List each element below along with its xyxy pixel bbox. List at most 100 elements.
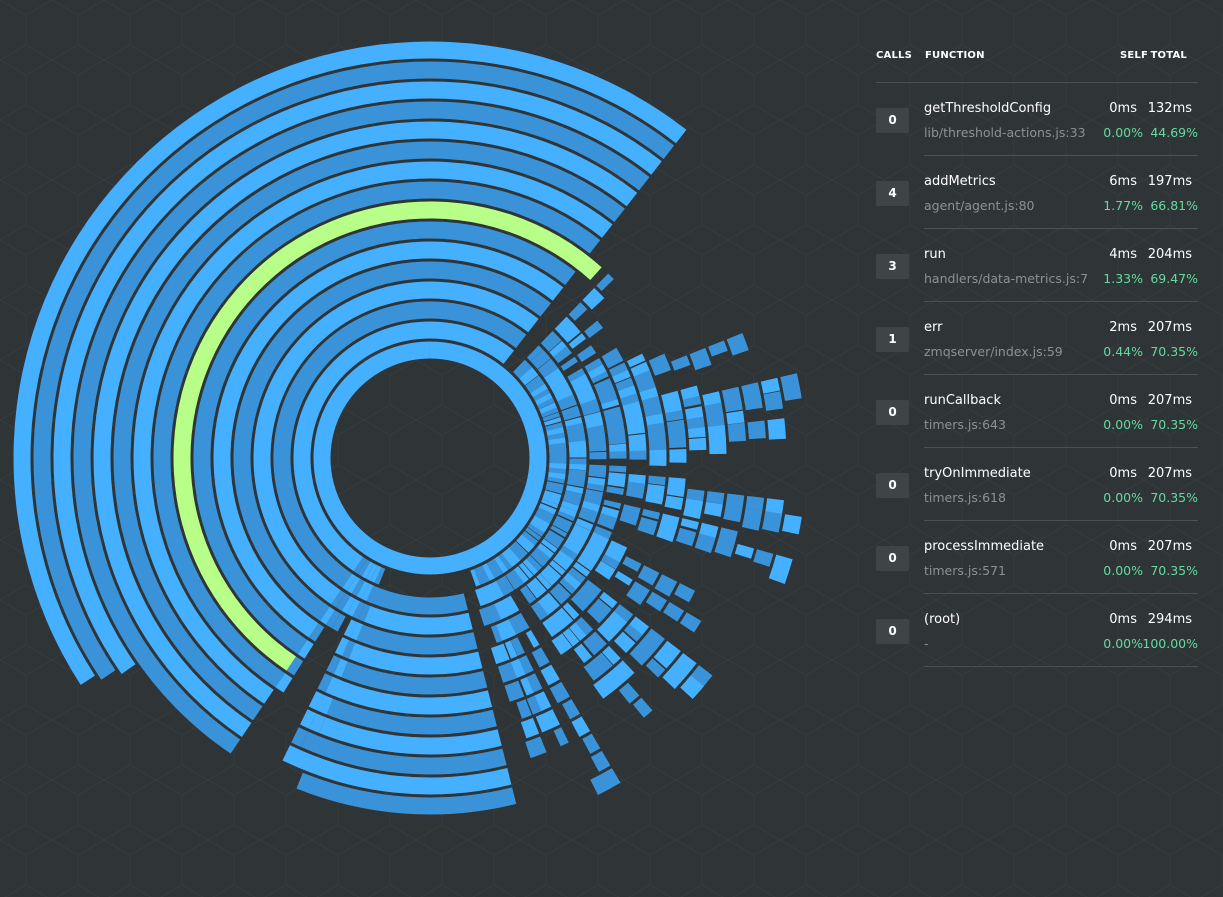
- stack-row[interactable]: 1 err zmqserver/index.js:59 2ms 207ms 0.…: [876, 302, 1198, 375]
- sunburst-segment[interactable]: [525, 736, 547, 759]
- sunburst-segment[interactable]: [768, 554, 793, 584]
- sunburst-segment[interactable]: [569, 452, 587, 458]
- sunburst-segment[interactable]: [637, 565, 660, 586]
- sunburst-segment[interactable]: [577, 345, 597, 363]
- function-name: tryOnImmediate: [924, 466, 1031, 481]
- sunburst-segment[interactable]: [679, 612, 702, 633]
- sunburst-segment[interactable]: [609, 465, 627, 473]
- sunburst-segment[interactable]: [596, 273, 614, 291]
- sunburst-segment[interactable]: [670, 355, 691, 371]
- sunburst-segment[interactable]: [645, 591, 668, 612]
- sunburst-segment[interactable]: [582, 733, 601, 754]
- sunburst-segment[interactable]: [723, 504, 743, 523]
- sunburst-segment[interactable]: [727, 422, 747, 442]
- sunburst-segment[interactable]: [708, 340, 728, 357]
- sunburst-segment[interactable]: [641, 508, 661, 520]
- sunburst-segment[interactable]: [535, 709, 560, 733]
- function-location: handlers/data-metrics.js:7: [924, 271, 1089, 286]
- sunburst-segment[interactable]: [654, 574, 678, 597]
- sunburst-segment[interactable]: [609, 451, 627, 459]
- sunburst-segment[interactable]: [614, 571, 633, 586]
- sunburst-segment[interactable]: [703, 501, 723, 517]
- table-header: CALLS FUNCTION SELF TOTAL: [876, 40, 1198, 83]
- stack-row[interactable]: 3 run handlers/data-metrics.js:7 4ms 204…: [876, 229, 1198, 302]
- sunburst-segment[interactable]: [741, 507, 763, 531]
- sunburst-segment[interactable]: [568, 302, 588, 321]
- sunburst-segment[interactable]: [782, 514, 802, 535]
- call-stack-panel: CALLS FUNCTION SELF TOTAL 0 getThreshold…: [876, 40, 1198, 667]
- calls-badge: 0: [876, 108, 909, 133]
- sunburst-segment[interactable]: [553, 727, 569, 747]
- self-percent: 0.00%: [1103, 417, 1143, 432]
- sunburst-segment[interactable]: [668, 439, 687, 449]
- sunburst-segment[interactable]: [726, 410, 745, 425]
- sunburst-segment[interactable]: [664, 495, 684, 511]
- total-time: 197ms: [1147, 174, 1192, 189]
- sunburst-segment[interactable]: [562, 699, 581, 720]
- sunburst-segment[interactable]: [589, 451, 607, 460]
- sunburst-segment[interactable]: [760, 377, 781, 394]
- sunburst-segment[interactable]: [504, 680, 525, 702]
- total-percent: 70.35%: [1150, 417, 1198, 432]
- sunburst-segment[interactable]: [584, 320, 603, 339]
- sunburst-segment[interactable]: [683, 498, 704, 519]
- sunburst-segment[interactable]: [622, 556, 642, 572]
- sunburst-segment[interactable]: [571, 716, 591, 737]
- sunburst-segment[interactable]: [687, 427, 706, 439]
- sunburst-segment[interactable]: [606, 486, 625, 496]
- profiler-view: CALLS FUNCTION SELF TOTAL 0 getThreshold…: [0, 0, 1223, 897]
- stack-row[interactable]: 0 processImmediate timers.js:571 0ms 207…: [876, 521, 1198, 594]
- sunburst-segment[interactable]: [761, 511, 783, 533]
- sunburst-root-segment[interactable]: [313, 341, 547, 575]
- total-percent: 70.35%: [1150, 563, 1198, 578]
- stack-row[interactable]: 0 runCallback timers.js:643 0ms 207ms 0.…: [876, 375, 1198, 448]
- self-time: 4ms: [1109, 247, 1137, 262]
- sunburst-segment[interactable]: [680, 518, 699, 530]
- self-percent: 0.00%: [1103, 563, 1143, 578]
- self-time: 0ms: [1109, 393, 1137, 408]
- call-graph-sunburst[interactable]: [0, 0, 860, 897]
- sunburst-segment[interactable]: [753, 549, 774, 567]
- sunburst-segment[interactable]: [525, 630, 540, 648]
- total-time: 207ms: [1147, 466, 1192, 481]
- sunburst-segment[interactable]: [649, 449, 667, 467]
- stack-row[interactable]: 0 tryOnImmediate timers.js:618 0ms 207ms…: [876, 448, 1198, 521]
- sunburst-segment[interactable]: [590, 750, 611, 772]
- sunburst-segment[interactable]: [726, 333, 749, 356]
- total-percent: 44.69%: [1150, 125, 1198, 140]
- sunburst-segment[interactable]: [520, 717, 540, 739]
- sunburst-segment[interactable]: [633, 697, 653, 718]
- sunburst-segment[interactable]: [674, 583, 696, 603]
- sunburst-segment[interactable]: [763, 391, 784, 411]
- sunburst-segment[interactable]: [747, 420, 766, 440]
- sunburst-segment[interactable]: [582, 287, 605, 310]
- function-name: runCallback: [924, 393, 1001, 408]
- calls-badge: 0: [876, 473, 909, 498]
- header-self: SELF: [1119, 50, 1148, 61]
- self-time: 6ms: [1109, 174, 1137, 189]
- sunburst-segment[interactable]: [590, 768, 621, 795]
- total-time: 207ms: [1147, 320, 1192, 335]
- calls-badge: 3: [876, 254, 909, 279]
- stack-row[interactable]: 4 addMetrics agent/agent.js:80 6ms 197ms…: [876, 156, 1198, 229]
- sunburst-segment[interactable]: [663, 601, 685, 622]
- sunburst-segment[interactable]: [767, 418, 786, 440]
- sunburst-segment[interactable]: [669, 449, 687, 463]
- sunburst-segment[interactable]: [708, 436, 727, 455]
- sunburst-segment[interactable]: [637, 517, 658, 536]
- sunburst-segment[interactable]: [688, 437, 707, 451]
- total-time: 132ms: [1147, 101, 1192, 116]
- sunburst-segment[interactable]: [648, 475, 666, 486]
- stack-row[interactable]: 0 getThresholdConfig lib/threshold-actio…: [876, 83, 1198, 156]
- sunburst-segment[interactable]: [540, 664, 560, 686]
- sunburst-segment[interactable]: [734, 543, 755, 559]
- stack-row[interactable]: 0 (root) - 0ms 294ms 0.00% 100.00%: [876, 594, 1198, 667]
- sunburst-segment[interactable]: [618, 682, 640, 704]
- sunburst-segment[interactable]: [629, 450, 647, 460]
- sunburst-segment[interactable]: [675, 527, 697, 547]
- sunburst-segment[interactable]: [531, 647, 550, 668]
- sunburst-segment[interactable]: [549, 681, 570, 704]
- sunburst-segment[interactable]: [569, 463, 587, 471]
- sunburst-segment[interactable]: [689, 347, 712, 371]
- self-percent: 0.00%: [1103, 125, 1143, 140]
